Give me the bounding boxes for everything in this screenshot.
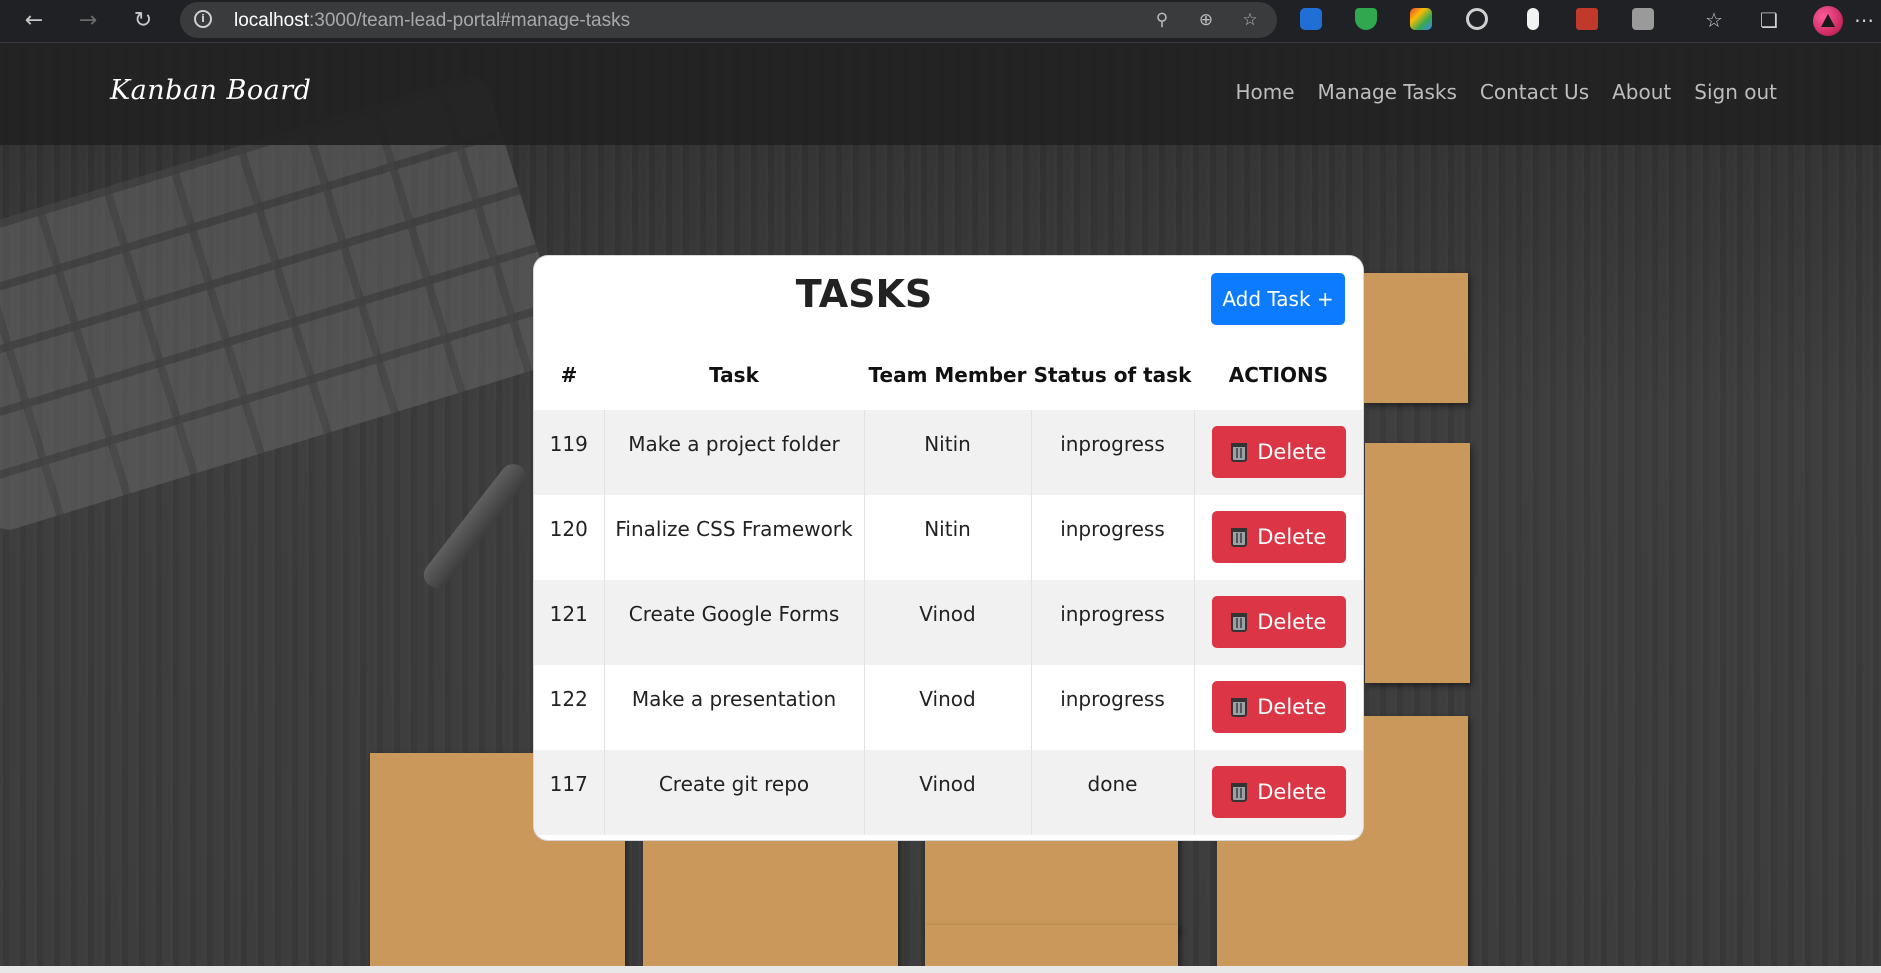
trash-icon [1231, 783, 1248, 802]
delete-button[interactable]: Delete [1211, 766, 1346, 818]
task-id-cell: 119 [534, 410, 604, 495]
delete-label: Delete [1257, 525, 1327, 549]
task-status-cell: done [1030, 750, 1194, 835]
extension-pen-icon[interactable] [1300, 8, 1322, 30]
horizontal-scrollbar[interactable] [0, 966, 1881, 973]
more-menu-icon[interactable]: ⋯ [1850, 6, 1878, 34]
trash-icon [1231, 443, 1248, 462]
table-header-row: # Task Team Member Status of task ACTION… [534, 340, 1363, 410]
browser-toolbar: ← → ↻ i localhost:3000/team-lead-portal#… [0, 0, 1881, 43]
page-background: Kanban Board Home Manage Tasks Contact U… [0, 43, 1881, 966]
sticky-note [1363, 273, 1468, 403]
nav-link-home[interactable]: Home [1235, 80, 1294, 104]
table-row: 121 Create Google Forms Vinod inprogress… [534, 580, 1363, 665]
forward-arrow-icon[interactable]: → [73, 6, 103, 36]
delete-button[interactable]: Delete [1211, 596, 1346, 648]
extension-target-icon[interactable] [1466, 8, 1488, 30]
team-member-cell: Vinod [863, 750, 1031, 835]
favorites-icon[interactable]: ☆ [1700, 6, 1728, 34]
tasks-title: TASKS [795, 272, 933, 316]
column-header-actions: ACTIONS [1228, 363, 1329, 387]
nav-link-manage-tasks[interactable]: Manage Tasks [1318, 80, 1457, 104]
trash-icon [1231, 613, 1248, 632]
table-row: 119 Make a project folder Nitin inprogre… [534, 410, 1363, 495]
task-id-cell: 117 [534, 750, 604, 835]
task-id-cell: 121 [534, 580, 604, 665]
delete-label: Delete [1257, 440, 1327, 464]
column-header-task: Task [709, 363, 759, 387]
url-path: :3000/team-lead-portal#manage-tasks [309, 10, 631, 31]
delete-button[interactable]: Delete [1211, 426, 1346, 478]
add-favorite-icon[interactable]: ☆ [1238, 8, 1262, 32]
delete-label: Delete [1257, 610, 1327, 634]
delete-label: Delete [1257, 780, 1327, 804]
task-name-cell: Finalize CSS Framework [603, 495, 864, 580]
task-id-cell: 120 [534, 495, 604, 580]
nav-link-sign-out[interactable]: Sign out [1694, 80, 1777, 104]
reload-icon[interactable]: ↻ [128, 6, 158, 36]
column-header-id: # [560, 363, 578, 387]
extension-book-icon[interactable] [1576, 8, 1598, 30]
trash-icon [1231, 528, 1248, 547]
actions-cell: Delete [1193, 750, 1363, 835]
url-text[interactable]: localhost:3000/team-lead-portal#manage-t… [234, 10, 630, 32]
url-host: localhost [234, 10, 309, 31]
table-row: 120 Finalize CSS Framework Nitin inprogr… [534, 495, 1363, 580]
team-member-cell: Nitin [863, 495, 1031, 580]
nav-links: Home Manage Tasks Contact Us About Sign … [1212, 80, 1777, 104]
column-header-status: Status of task [1033, 363, 1192, 387]
table-row: 117 Create git repo Vinod done Delete [534, 750, 1363, 835]
tasks-table: # Task Team Member Status of task ACTION… [534, 340, 1363, 835]
task-status-cell: inprogress [1030, 410, 1194, 495]
address-bar[interactable]: i localhost:3000/team-lead-portal#manage… [180, 2, 1277, 38]
task-status-cell: inprogress [1030, 665, 1194, 750]
table-row: 122 Make a presentation Vinod inprogress… [534, 665, 1363, 750]
team-member-cell: Vinod [863, 580, 1031, 665]
extension-pill-icon[interactable] [1527, 8, 1539, 30]
task-name-cell: Create git repo [603, 750, 864, 835]
task-name-cell: Make a project folder [603, 410, 864, 495]
column-header-team-member: Team Member [868, 363, 1027, 387]
nav-link-about[interactable]: About [1612, 80, 1671, 104]
top-navbar: Kanban Board Home Manage Tasks Contact U… [0, 43, 1881, 145]
team-member-cell: Nitin [863, 410, 1031, 495]
team-member-cell: Vinod [863, 665, 1031, 750]
actions-cell: Delete [1193, 580, 1363, 665]
sticky-note [925, 925, 1178, 966]
zoom-icon[interactable]: ⊕ [1194, 8, 1218, 32]
key-icon[interactable]: ⚲ [1150, 8, 1174, 32]
extension-shield-icon[interactable] [1355, 8, 1377, 30]
task-name-cell: Create Google Forms [603, 580, 864, 665]
trash-icon [1231, 698, 1248, 717]
nav-link-contact-us[interactable]: Contact Us [1480, 80, 1589, 104]
collections-icon[interactable]: ❏ [1755, 6, 1783, 34]
site-info-icon[interactable]: i [194, 10, 212, 28]
tasks-card: TASKS Add Task + # Task Team Member Stat… [534, 256, 1363, 840]
delete-button[interactable]: Delete [1211, 511, 1346, 563]
profile-avatar[interactable] [1813, 6, 1843, 36]
actions-cell: Delete [1193, 665, 1363, 750]
actions-cell: Delete [1193, 410, 1363, 495]
add-task-button[interactable]: Add Task + [1211, 273, 1345, 325]
task-status-cell: inprogress [1030, 580, 1194, 665]
actions-cell: Delete [1193, 495, 1363, 580]
extension-color-icon[interactable] [1410, 8, 1432, 30]
sticky-note [643, 826, 898, 966]
task-name-cell: Make a presentation [603, 665, 864, 750]
brand-logo[interactable]: Kanban Board [110, 75, 311, 106]
delete-label: Delete [1257, 695, 1327, 719]
task-status-cell: inprogress [1030, 495, 1194, 580]
delete-button[interactable]: Delete [1211, 681, 1346, 733]
sticky-note [1365, 443, 1470, 683]
task-id-cell: 122 [534, 665, 604, 750]
extension-off-icon[interactable] [1632, 8, 1654, 30]
back-arrow-icon[interactable]: ← [19, 6, 49, 36]
